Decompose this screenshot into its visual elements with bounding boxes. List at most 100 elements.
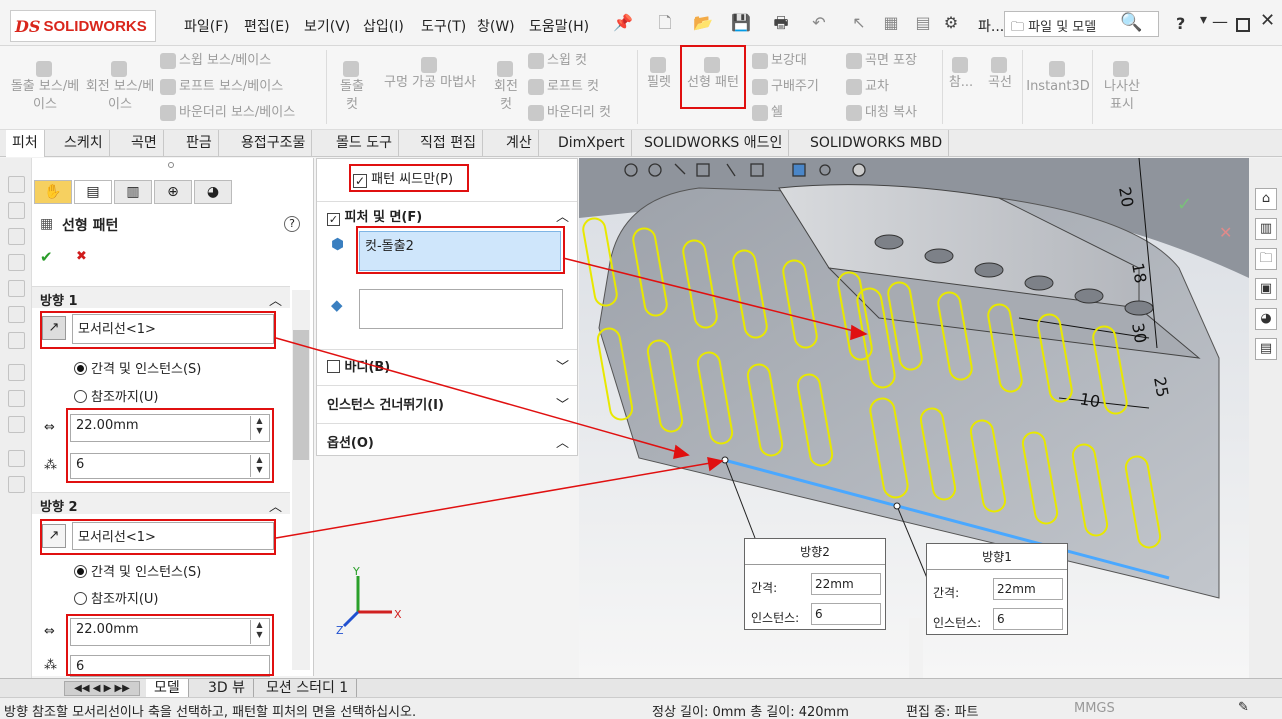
tab-motion-study[interactable]: 모션 스터디 1 bbox=[258, 679, 358, 698]
reference-geometry-button[interactable]: 참... bbox=[946, 56, 976, 92]
skip-instances-header[interactable]: 인스턴스 건너뛰기(I) ﹀ bbox=[317, 385, 577, 417]
tab-model[interactable]: 모델 bbox=[146, 679, 189, 698]
tool-icon[interactable] bbox=[8, 228, 25, 245]
confirm-check-icon[interactable]: ✓ bbox=[1177, 194, 1192, 215]
direction2-callout-instances-input[interactable]: 6 bbox=[811, 603, 881, 625]
curves-button[interactable]: 곡선 bbox=[982, 56, 1018, 92]
boundary-boss-button[interactable]: 바운더리 보스/베이스 bbox=[160, 104, 295, 122]
file-explorer-icon[interactable]: 🗀 bbox=[1255, 248, 1277, 270]
configuration-manager-tab-icon[interactable]: ▥ bbox=[114, 180, 152, 204]
new-file-icon[interactable]: 🗋 bbox=[654, 12, 676, 34]
direction2-spacing-option[interactable]: 간격 및 인스턴스(S) bbox=[74, 561, 201, 580]
view-palette-icon[interactable]: ▣ bbox=[1255, 278, 1277, 300]
direction2-callout-spacing-input[interactable]: 22mm bbox=[811, 573, 881, 595]
appearances-icon[interactable]: ◕ bbox=[1255, 308, 1277, 330]
print-icon[interactable]: 🖶 bbox=[770, 12, 792, 34]
menu-insert[interactable]: 삽입(I) bbox=[363, 16, 404, 36]
status-settings-icon[interactable]: ✎ bbox=[1238, 700, 1249, 715]
pm-scrollbar-thumb[interactable] bbox=[293, 330, 309, 460]
help-icon[interactable]: ? bbox=[284, 216, 300, 232]
mirror-button[interactable]: 대칭 복사 bbox=[846, 104, 917, 122]
hole-wizard-button[interactable]: 구멍 가공 마법사 bbox=[374, 56, 486, 92]
confirm-cancel-icon[interactable]: ✕ bbox=[1219, 223, 1232, 242]
fillet-button[interactable]: 필렛 bbox=[642, 56, 676, 92]
direction2-callout[interactable]: 방향2 간격: 22mm 인스턴스: 6 bbox=[744, 538, 886, 630]
tab-sketch[interactable]: 스케치 bbox=[58, 130, 110, 157]
graphics-area[interactable]: 20 18 30 10 25 ✓ ✕ Y X Z bbox=[579, 158, 1249, 678]
shell-button[interactable]: 쉘 bbox=[752, 104, 783, 122]
collapse-chevron-icon[interactable]: ︿ bbox=[556, 206, 569, 225]
tab-dimxpert[interactable]: DimXpert bbox=[552, 130, 632, 157]
search-icon[interactable]: 🔍 bbox=[1120, 12, 1142, 33]
tool-icon[interactable] bbox=[8, 202, 25, 219]
expand-chevron-icon[interactable]: ﹀ bbox=[556, 356, 569, 375]
boundary-cut-button[interactable]: 바운더리 컷 bbox=[528, 104, 611, 122]
draft-button[interactable]: 구배주기 bbox=[752, 78, 819, 96]
dimxpert-manager-tab-icon[interactable]: ⊕ bbox=[154, 180, 192, 204]
dimension-25[interactable]: 25 bbox=[1150, 375, 1172, 398]
ok-check-icon[interactable]: ✔ bbox=[40, 248, 53, 266]
extrude-boss-button[interactable]: 돌출 보스/베이스 bbox=[10, 60, 80, 114]
model-view[interactable]: 20 18 30 10 25 ✓ ✕ bbox=[579, 158, 1249, 678]
direction1-callout-spacing-input[interactable]: 22mm bbox=[993, 578, 1063, 600]
collapse-chevron-icon[interactable]: ︿ bbox=[556, 432, 569, 451]
tool-icon[interactable] bbox=[8, 306, 25, 323]
menu-view[interactable]: 보기(V) bbox=[304, 16, 350, 36]
expand-chevron-icon[interactable]: ﹀ bbox=[556, 394, 569, 413]
undo-icon[interactable]: ↶ bbox=[808, 12, 830, 34]
tab-solidworks-mbd[interactable]: SOLIDWORKS MBD bbox=[804, 130, 950, 157]
extrude-cut-button[interactable]: 돌출 컷 bbox=[336, 60, 368, 114]
rebuild-icon[interactable]: ▦ bbox=[880, 12, 902, 34]
tab-evaluate[interactable]: 계산 bbox=[500, 130, 539, 157]
panel-grip-icon[interactable] bbox=[168, 162, 174, 168]
tab-weldments[interactable]: 용접구조물 bbox=[235, 130, 313, 157]
property-manager-tab-icon[interactable]: ▤ bbox=[74, 180, 112, 204]
direction2-header[interactable]: 방향 2 ︿ bbox=[32, 492, 290, 515]
tab-mold-tools[interactable]: 몰드 도구 bbox=[330, 130, 399, 157]
tool-icon[interactable] bbox=[8, 332, 25, 349]
file-properties-icon[interactable]: ▤ bbox=[912, 12, 934, 34]
dimension-20[interactable]: 20 bbox=[1115, 185, 1137, 208]
tool-icon[interactable] bbox=[8, 364, 25, 381]
tool-icon[interactable] bbox=[8, 416, 25, 433]
cancel-x-icon[interactable]: ✖ bbox=[76, 249, 87, 264]
minimize-icon[interactable]: — bbox=[1212, 12, 1228, 31]
loft-cut-button[interactable]: 로프트 컷 bbox=[528, 78, 599, 96]
tab-scroll-arrows-icon[interactable]: ◀◀ ◀ ▶ ▶▶ bbox=[64, 681, 140, 696]
tool-icon[interactable] bbox=[8, 176, 25, 193]
custom-properties-icon[interactable]: ▤ bbox=[1255, 338, 1277, 360]
menu-file[interactable]: 파일(F) bbox=[184, 16, 229, 36]
tab-3d-view[interactable]: 3D 뷰 bbox=[200, 679, 255, 698]
collapse-chevron-icon[interactable]: ︿ bbox=[269, 290, 282, 309]
tool-icon[interactable] bbox=[8, 280, 25, 297]
loft-boss-button[interactable]: 로프트 보스/베이스 bbox=[160, 78, 283, 96]
rib-button[interactable]: 보강대 bbox=[752, 52, 807, 70]
tab-direct-editing[interactable]: 직접 편집 bbox=[414, 130, 483, 157]
close-icon[interactable]: ✕ bbox=[1260, 10, 1275, 31]
revolve-cut-button[interactable]: 회전 컷 bbox=[490, 60, 522, 114]
solidworks-logo[interactable]: DS SOLIDWORKS bbox=[10, 10, 156, 42]
revolve-boss-button[interactable]: 회전 보스/베이스 bbox=[84, 60, 156, 114]
home-icon[interactable]: ⌂ bbox=[1255, 188, 1277, 210]
dimension-10[interactable]: 10 bbox=[1078, 389, 1101, 411]
options-gear-icon[interactable]: ⚙ bbox=[940, 12, 962, 34]
pin-icon[interactable]: 📌 bbox=[612, 12, 634, 34]
tab-solidworks-addins[interactable]: SOLIDWORKS 애드인 bbox=[638, 130, 790, 157]
sweep-boss-button[interactable]: 스윕 보스/베이스 bbox=[160, 52, 271, 70]
menu-window[interactable]: 창(W) bbox=[477, 16, 515, 36]
open-file-icon[interactable]: 📂 bbox=[692, 12, 714, 34]
save-icon[interactable]: 💾 bbox=[730, 12, 752, 34]
tool-icon[interactable] bbox=[8, 254, 25, 271]
help-dropdown-icon[interactable]: ▾ bbox=[1200, 12, 1207, 28]
design-library-icon[interactable]: ▥ bbox=[1255, 218, 1277, 240]
maximize-icon[interactable] bbox=[1236, 18, 1250, 32]
tab-surfaces[interactable]: 곡면 bbox=[125, 130, 164, 157]
feature-manager-tab-icon[interactable]: ✋ bbox=[34, 180, 72, 204]
tab-sheet-metal[interactable]: 판금 bbox=[180, 130, 219, 157]
sweep-cut-button[interactable]: 스윕 컷 bbox=[528, 52, 587, 70]
menu-help[interactable]: 도움말(H) bbox=[529, 16, 589, 36]
direction1-spacing-option[interactable]: 간격 및 인스턴스(S) bbox=[74, 358, 201, 377]
cosmetic-thread-button[interactable]: 나사산 표시 bbox=[1098, 60, 1146, 114]
dimension-18[interactable]: 18 bbox=[1128, 261, 1150, 284]
select-icon[interactable]: ↖ bbox=[848, 12, 870, 34]
